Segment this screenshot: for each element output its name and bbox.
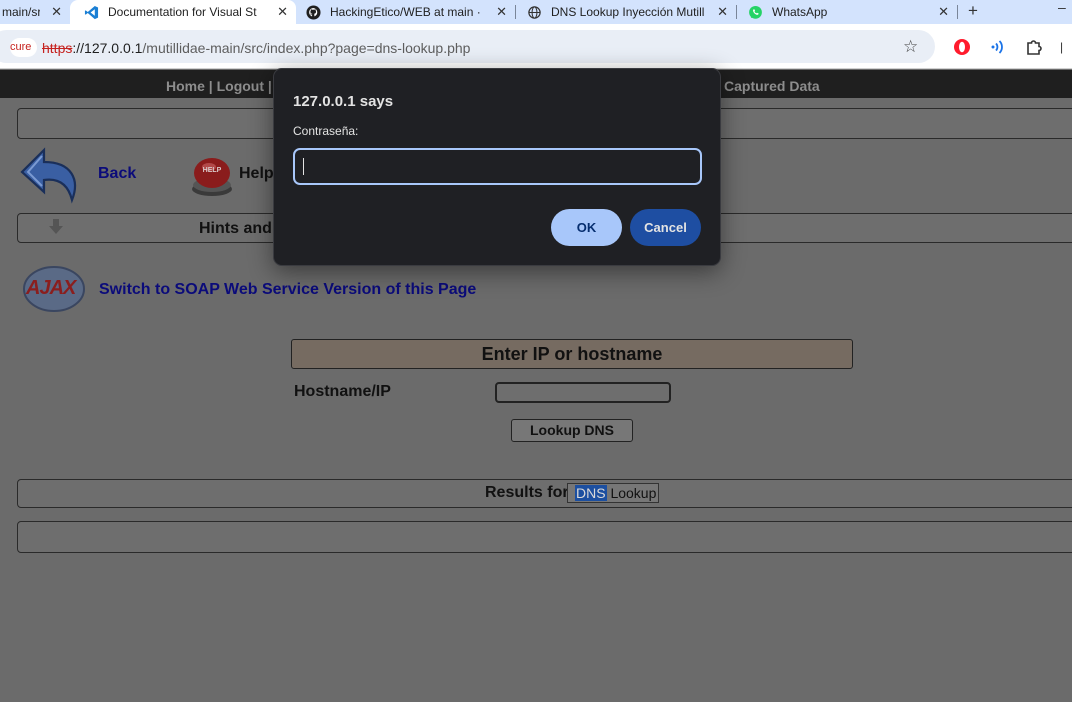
close-icon[interactable]: ✕ [277, 4, 288, 20]
ajax-logo-text: AJAX [26, 277, 76, 299]
dialog-title: 127.0.0.1 says [293, 93, 394, 110]
form-header: Enter IP or hostname [291, 339, 853, 369]
tab-separator [957, 5, 958, 19]
back-link[interactable]: Back [98, 165, 136, 183]
tab-dns-lookup[interactable]: DNS Lookup Inyección Mutill ✕ [516, 0, 736, 24]
vscode-icon [84, 5, 99, 19]
not-secure-badge[interactable]: cure [10, 38, 38, 57]
password-prompt-label: Contraseña: [293, 124, 359, 138]
tab-main-src[interactable]: main/src ✕ [0, 0, 70, 24]
tab-title: Documentation for Visual St [108, 5, 257, 19]
help-button-icon[interactable]: HELP [189, 155, 235, 197]
prompt-dialog: 127.0.0.1 says Contraseña: OK Cancel [273, 68, 721, 266]
minimize-button[interactable]: – [1058, 0, 1066, 14]
opera-icon[interactable] [953, 38, 971, 56]
menu-captured-data[interactable]: Captured Data [724, 78, 820, 94]
results-lookup-text: Lookup [606, 485, 657, 501]
tab-vscode-docs[interactable]: Documentation for Visual St ✕ [70, 0, 296, 24]
hints-label[interactable]: Hints and [199, 220, 272, 238]
browser-toolbar: cure https://127.0.0.1/mutillidae-main/s… [0, 24, 1072, 69]
results-output-area [17, 521, 1072, 553]
cancel-button[interactable]: Cancel [630, 209, 701, 246]
back-arrow-icon[interactable] [20, 146, 86, 204]
tab-github[interactable]: HackingEtico/WEB at main · ✕ [296, 0, 515, 24]
tab-whatsapp[interactable]: WhatsApp ✕ [737, 0, 957, 24]
hostname-label: Hostname/IP [294, 383, 391, 400]
wireless-extension-icon[interactable] [989, 38, 1007, 56]
url-text[interactable]: https://127.0.0.1/mutillidae-main/src/in… [42, 40, 470, 56]
close-icon[interactable]: ✕ [496, 4, 507, 20]
ajax-logo: AJAX [22, 263, 86, 315]
url-host: ://127.0.0.1 [72, 40, 143, 56]
ok-button[interactable]: OK [551, 209, 622, 246]
results-dns-lookup: DNS Lookup [567, 483, 659, 503]
svg-text:HELP: HELP [203, 167, 222, 174]
github-icon [306, 4, 321, 20]
url-scheme: https [42, 40, 73, 56]
globe-icon [528, 5, 541, 19]
help-link[interactable]: Help [239, 165, 274, 183]
soap-service-link[interactable]: Switch to SOAP Web Service Version of th… [99, 281, 476, 299]
hostname-input[interactable] [495, 382, 671, 403]
results-for-label: Results for [485, 484, 569, 501]
tab-title: WhatsApp [772, 5, 828, 19]
close-icon[interactable]: ✕ [938, 4, 949, 20]
lookup-dns-button[interactable]: Lookup DNS [511, 419, 633, 442]
results-dns-highlight: DNS [575, 485, 607, 501]
expand-arrow-icon[interactable] [47, 218, 65, 236]
tab-title: DNS Lookup Inyección Mutill [551, 5, 705, 19]
tab-title: HackingEtico/WEB at main · [330, 5, 481, 19]
close-icon[interactable]: ✕ [717, 4, 728, 20]
close-icon[interactable]: ✕ [51, 4, 62, 20]
menu-home-logout[interactable]: Home | Logout | T [166, 78, 284, 94]
bookmark-star-icon[interactable]: ☆ [903, 37, 918, 57]
new-tab-button[interactable]: + [968, 0, 978, 22]
tab-strip: main/src ✕ Documentation for Visual St ✕… [0, 0, 1072, 24]
password-prompt-input[interactable] [293, 148, 702, 185]
whatsapp-icon [749, 5, 762, 19]
extensions-puzzle-icon[interactable] [1025, 38, 1043, 56]
text-caret [303, 158, 304, 175]
url-path: /mutillidae-main/src/index.php?page=dns-… [142, 40, 471, 56]
tab-title: main/src [2, 5, 40, 19]
toolbar-menu-edge: | [1060, 40, 1064, 54]
